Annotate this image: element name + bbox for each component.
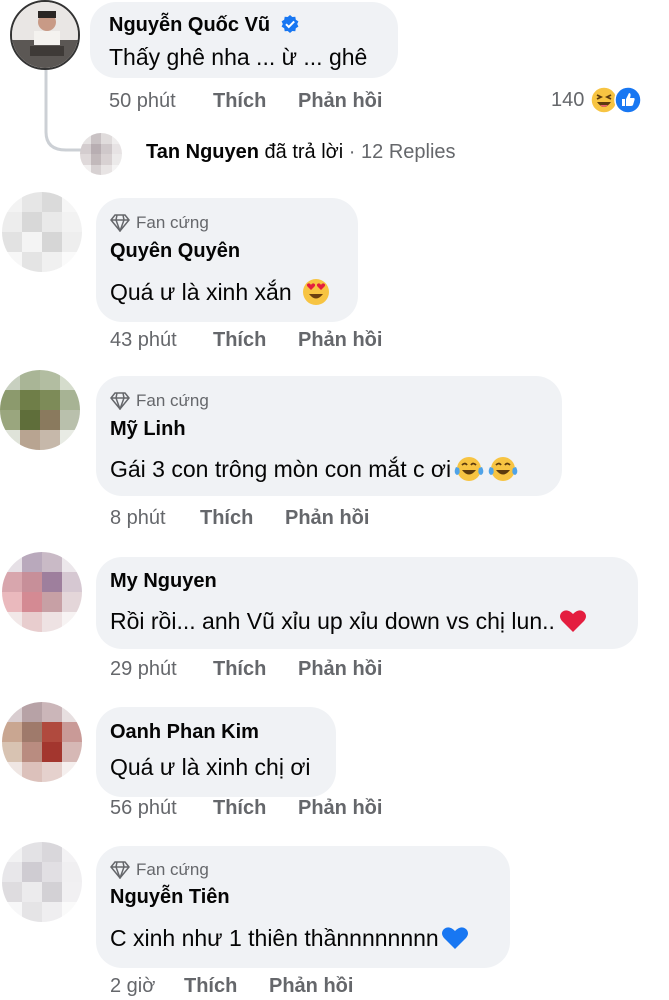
reply-summary-author: Tan Nguyen xyxy=(146,141,259,163)
like-button[interactable]: Thích xyxy=(213,658,266,680)
avatar[interactable] xyxy=(0,370,80,450)
comment-author[interactable]: My Nguyen xyxy=(110,570,217,593)
fan-badge: Fan cứng xyxy=(110,391,209,411)
avatar[interactable] xyxy=(10,0,80,70)
comment-text: Gái 3 con trông mòn con mắt c ơi xyxy=(110,456,519,483)
comment-author[interactable]: Nguyễn Tiên xyxy=(110,886,230,909)
reply-button[interactable]: Phản hồi xyxy=(298,797,382,819)
fan-badge-label: Fan cứng xyxy=(136,391,209,410)
comment-text: Rồi rồi... anh Vũ xỉu up xỉu down vs chị… xyxy=(110,608,587,635)
avatar[interactable] xyxy=(2,192,82,272)
comment-text: Quá ư là xinh xắn xyxy=(110,278,330,306)
comment-meta: 50 phút xyxy=(109,90,176,113)
fan-badge-label: Fan cứng xyxy=(136,213,209,232)
comment-time[interactable]: 29 phút xyxy=(110,658,177,680)
avatar-photo xyxy=(12,2,78,68)
reaction-summary[interactable]: 140 xyxy=(551,86,643,114)
avatar[interactable] xyxy=(2,702,82,782)
comment-time[interactable]: 43 phút xyxy=(110,329,177,351)
reply-summary-count: 12 Replies xyxy=(361,141,456,163)
diamond-icon xyxy=(110,861,130,879)
reply-button[interactable]: Phản hồi xyxy=(298,90,382,112)
verified-badge-icon xyxy=(281,15,299,34)
fan-badge: Fan cứng xyxy=(110,213,209,233)
fan-badge: Fan cứng xyxy=(110,860,209,880)
diamond-icon xyxy=(110,214,130,232)
diamond-icon xyxy=(110,392,130,410)
reply-avatar[interactable] xyxy=(80,133,122,175)
heart-eyes-emoji xyxy=(303,278,329,305)
like-icon xyxy=(614,86,643,114)
comment-text: Thấy ghê nha ... ừ ... ghê xyxy=(109,44,368,70)
comment-author[interactable]: Nguyễn Quốc Vũ xyxy=(109,14,300,37)
like-button[interactable]: Thích xyxy=(213,90,266,112)
fan-badge-label: Fan cứng xyxy=(136,860,209,879)
reply-button[interactable]: Phản hồi xyxy=(298,329,382,351)
blue-heart-emoji xyxy=(442,927,469,949)
comment-author[interactable]: Mỹ Linh xyxy=(110,418,186,441)
comment-time[interactable]: 56 phút xyxy=(110,797,177,819)
tears-of-joy-emoji xyxy=(455,456,484,481)
reply-button[interactable]: Phản hồi xyxy=(269,975,353,997)
reaction-count: 140 xyxy=(551,88,585,111)
comment-time[interactable]: 8 phút xyxy=(110,507,166,529)
avatar[interactable] xyxy=(2,552,82,632)
comment-author[interactable]: Oanh Phan Kim xyxy=(110,721,259,744)
like-button[interactable]: Thích xyxy=(200,507,253,529)
comment-time[interactable]: 50 phút xyxy=(109,90,176,112)
like-button[interactable]: Thích xyxy=(184,975,237,997)
reply-summary-action: đã trả lời xyxy=(264,141,344,163)
avatar[interactable] xyxy=(2,842,82,922)
red-heart-emoji xyxy=(560,610,587,632)
like-button[interactable]: Thích xyxy=(213,329,266,351)
reply-summary[interactable]: Tan Nguyen đã trả lời · 12 Replies xyxy=(146,141,456,164)
like-button[interactable]: Thích xyxy=(213,797,266,819)
comment-text: C xinh như 1 thiên thầnnnnnnnn xyxy=(110,925,469,952)
reply-button[interactable]: Phản hồi xyxy=(298,658,382,680)
reply-button[interactable]: Phản hồi xyxy=(285,507,369,529)
tears-of-joy-emoji xyxy=(489,456,518,481)
comment-author[interactable]: Quyên Quyên xyxy=(110,240,240,263)
author-name[interactable]: Nguyễn Quốc Vũ xyxy=(109,14,270,36)
comment-time[interactable]: 2 giờ xyxy=(110,975,155,997)
reply-summary-separator: · xyxy=(348,141,356,163)
comment-text: Quá ư là xinh chị ơi xyxy=(110,754,311,780)
